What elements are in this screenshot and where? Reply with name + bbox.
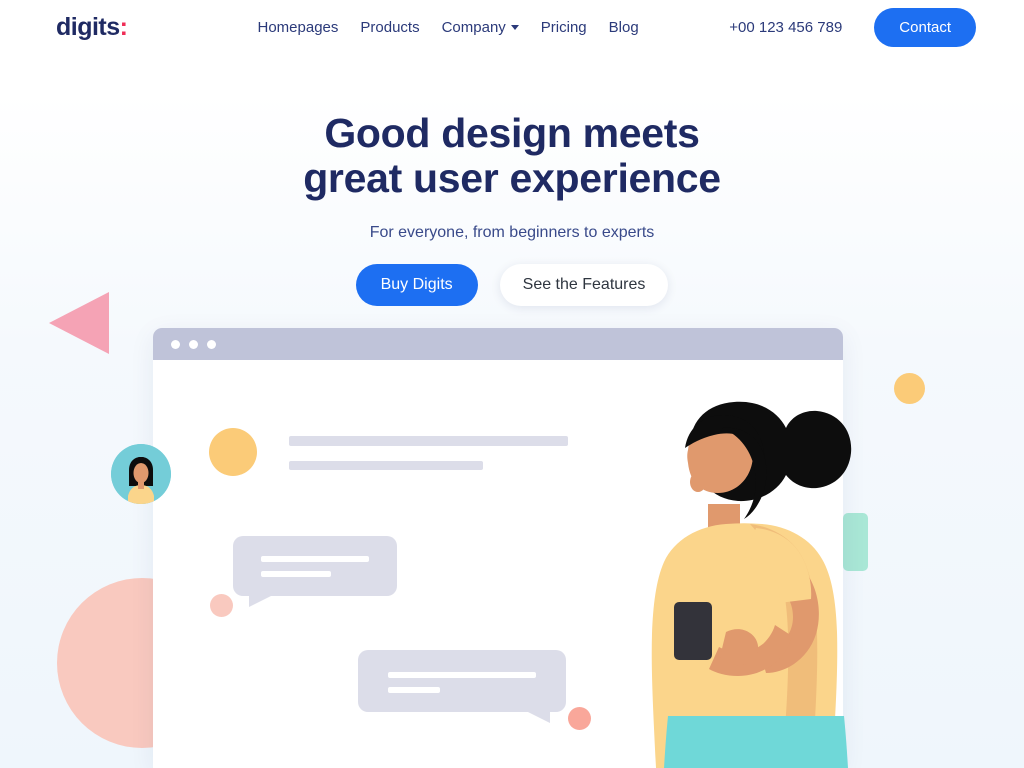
hero-heading-line-2: great user experience (303, 154, 721, 201)
contact-button[interactable]: Contact (874, 7, 976, 47)
nav-link-homepages[interactable]: Homepages (258, 19, 339, 36)
chat-bubble-incoming (233, 536, 397, 607)
window-dot-icon (171, 339, 180, 349)
text-placeholder-line (289, 461, 483, 470)
window-dot-icon (207, 339, 216, 349)
text-placeholder-line (261, 556, 369, 562)
hero-section: Good design meets great user experience … (0, 54, 1024, 307)
person-illustration (630, 400, 880, 768)
phone-number-link[interactable]: +00 123 456 789 (729, 19, 842, 36)
nav-link-products[interactable]: Products (360, 19, 419, 36)
nav-links: Homepages Products Company Pricing Blog (258, 19, 639, 36)
small-pink-dot-decoration (568, 707, 591, 730)
large-pink-circle-decoration (57, 578, 227, 748)
browser-window-body (153, 360, 843, 768)
text-placeholder-line (289, 436, 568, 446)
brand-logo-colon: : (119, 12, 128, 41)
nav-link-company-label: Company (441, 18, 506, 36)
hero-subheading: For everyone, from beginners to experts (369, 224, 655, 242)
yellow-circle-decoration (894, 373, 925, 404)
mint-rectangle-decoration (843, 513, 868, 571)
main-navbar: digits: Homepages Products Company Prici… (0, 0, 1024, 54)
chevron-down-icon (510, 24, 519, 30)
browser-window-mockup (153, 328, 843, 768)
text-placeholder-line (261, 571, 331, 577)
chat-bubble-outgoing (358, 650, 566, 723)
woman-with-phone-icon (651, 401, 852, 768)
brand-name: digits (56, 12, 120, 41)
nav-right-group: +00 123 456 789 Contact (729, 7, 976, 47)
text-placeholder-line (388, 687, 440, 693)
small-pink-dot-decoration (210, 594, 233, 617)
see-features-button[interactable]: See the Features (499, 264, 669, 307)
hero-heading-line-1: Good design meets (324, 110, 700, 156)
browser-window-titlebar (153, 328, 843, 360)
nav-link-blog[interactable]: Blog (609, 19, 639, 36)
window-dot-icon (189, 339, 198, 349)
brand-logo[interactable]: digits: (56, 12, 128, 41)
avatar-person-icon (111, 444, 171, 504)
nav-link-pricing[interactable]: Pricing (541, 19, 587, 36)
buy-digits-button[interactable]: Buy Digits (355, 264, 478, 307)
hero-actions: Buy Digits See the Features (0, 264, 1024, 307)
text-placeholder-line (388, 672, 536, 678)
user-avatar (111, 444, 171, 504)
contact-avatar-placeholder (209, 428, 257, 476)
hero-heading: Good design meets great user experience (0, 111, 1024, 200)
nav-dropdown-company[interactable]: Company (442, 19, 519, 36)
